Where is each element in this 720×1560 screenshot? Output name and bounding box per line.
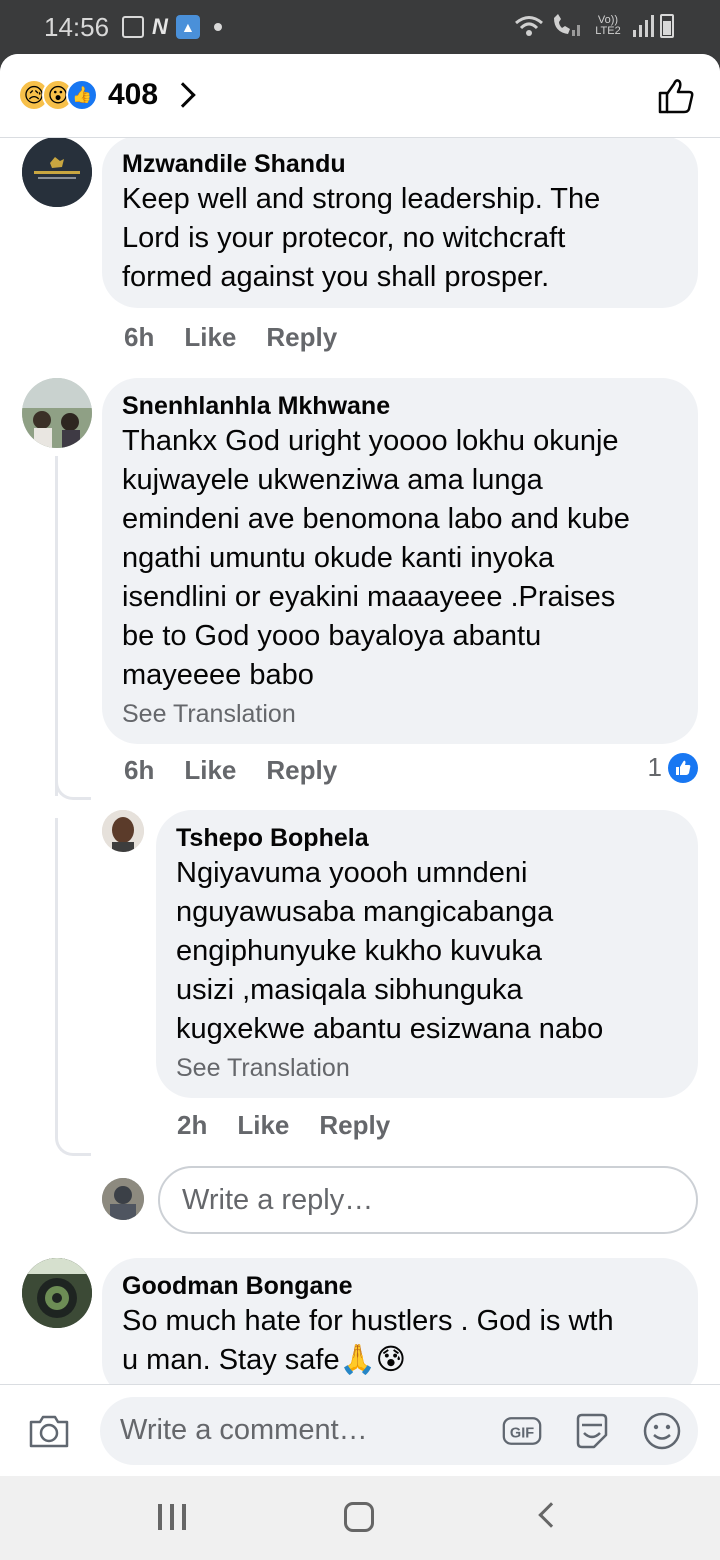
avatar[interactable]: [22, 138, 92, 207]
avatar[interactable]: [102, 810, 144, 852]
reply-author[interactable]: Tshepo Bophela: [176, 822, 678, 854]
camera-icon[interactable]: [28, 1413, 70, 1449]
see-translation-link[interactable]: See Translation: [122, 697, 678, 731]
thread-line: [55, 456, 91, 796]
like-reaction-icon: [668, 752, 698, 783]
comment-bubble[interactable]: Snenhlanhla Mkhwane Thankx God uright yo…: [102, 378, 698, 744]
system-nav-bar: [0, 1476, 720, 1560]
status-system-icons: Vo)) LTE2: [514, 14, 674, 38]
comment-author[interactable]: Goodman Bongane: [122, 1270, 678, 1302]
reply-text: Ngiyavuma yoooh umndeni nguyawusaba mang…: [176, 857, 604, 1045]
profile-photo: [22, 1258, 92, 1328]
emoji-icon[interactable]: [642, 1411, 682, 1451]
comment-text: Thankx God uright yoooo lokhu okunje kuj…: [122, 425, 630, 691]
my-avatar: [102, 1178, 144, 1220]
svg-text:GIF: GIF: [510, 1425, 534, 1441]
like-thumb-icon[interactable]: [656, 76, 696, 116]
back-icon[interactable]: [538, 1502, 564, 1528]
home-icon[interactable]: [344, 1502, 374, 1532]
battery-icon: [660, 14, 674, 38]
comment-text: So much hate for hustlers . God is wth u…: [122, 1305, 614, 1376]
comment-time[interactable]: 6h: [124, 755, 154, 786]
reply-button[interactable]: Reply: [266, 755, 337, 786]
comment-composer: Write a comment… GIF: [0, 1384, 720, 1476]
lion-logo-icon: [22, 138, 92, 207]
like-count-number: 1: [647, 752, 662, 782]
reply-button[interactable]: Reply: [319, 1110, 390, 1141]
like-button[interactable]: Like: [184, 755, 236, 786]
profile-photo: [102, 1178, 144, 1220]
n-app-icon: N: [152, 14, 168, 39]
more-notifications-icon: [213, 23, 222, 31]
comment-bubble[interactable]: Goodman Bongane So much hate for hustler…: [102, 1258, 698, 1384]
chevron-right-icon: [170, 82, 196, 108]
thread-connector: [55, 778, 91, 800]
signal-icon: [633, 15, 654, 37]
network-label: Vo)) LTE2: [595, 14, 621, 37]
comment-author[interactable]: Snenhlanhla Mkhwane: [122, 390, 678, 422]
wifi-icon: [515, 16, 543, 36]
comment-placeholder: Write a comment…: [120, 1414, 368, 1446]
comment-input[interactable]: Write a comment… GIF: [100, 1397, 698, 1465]
avatar[interactable]: [22, 1258, 92, 1328]
like-reaction-icon: 👍: [66, 79, 98, 111]
status-bar: 14:56 N ▲ Vo)) LTE2: [0, 0, 720, 54]
comment-text: Keep well and strong leadership. The Lor…: [122, 183, 601, 293]
sticker-icon[interactable]: [572, 1411, 612, 1451]
thread-connector: [55, 818, 91, 1156]
comments-sheet: 😥 😮 👍 408 Mzwandile Shandu Keep well and: [0, 54, 720, 1476]
reaction-count: 408: [108, 78, 159, 111]
comment-author[interactable]: Mzwandile Shandu: [122, 148, 678, 180]
recent-apps-icon[interactable]: [158, 1504, 186, 1530]
profile-photo: [22, 378, 92, 448]
comment-bubble[interactable]: Mzwandile Shandu Keep well and strong le…: [102, 138, 698, 308]
rocket-icon: ▲: [175, 15, 200, 39]
avatar[interactable]: [22, 378, 92, 448]
comment-like-count[interactable]: 1: [648, 752, 698, 783]
see-translation-link[interactable]: See Translation: [176, 1051, 678, 1085]
reply-bubble[interactable]: Tshepo Bophela Ngiyavuma yoooh umndeni n…: [156, 810, 698, 1098]
reply-actions: 2h Like Reply: [177, 1110, 390, 1141]
status-time: 14:56: [44, 12, 110, 42]
gallery-icon: [122, 16, 144, 38]
comment-actions: 6h Like Reply: [124, 755, 337, 786]
reply-input[interactable]: Write a reply…: [158, 1166, 698, 1234]
like-button[interactable]: Like: [237, 1110, 289, 1141]
call-signal-icon: [554, 14, 580, 36]
reactions-summary[interactable]: 😥 😮 👍 408: [18, 78, 196, 112]
status-notification-icons: N ▲: [122, 14, 222, 40]
comment-list: Mzwandile Shandu Keep well and strong le…: [0, 138, 720, 1384]
comment-time[interactable]: 6h: [124, 322, 154, 353]
reactions-header: 😥 😮 👍 408: [0, 54, 720, 138]
gif-icon[interactable]: GIF: [502, 1411, 542, 1451]
reply-time[interactable]: 2h: [177, 1110, 207, 1141]
profile-photo: [102, 810, 144, 852]
like-button[interactable]: Like: [184, 322, 236, 353]
comment-actions: 6h Like Reply: [124, 322, 337, 353]
reply-button[interactable]: Reply: [266, 322, 337, 353]
